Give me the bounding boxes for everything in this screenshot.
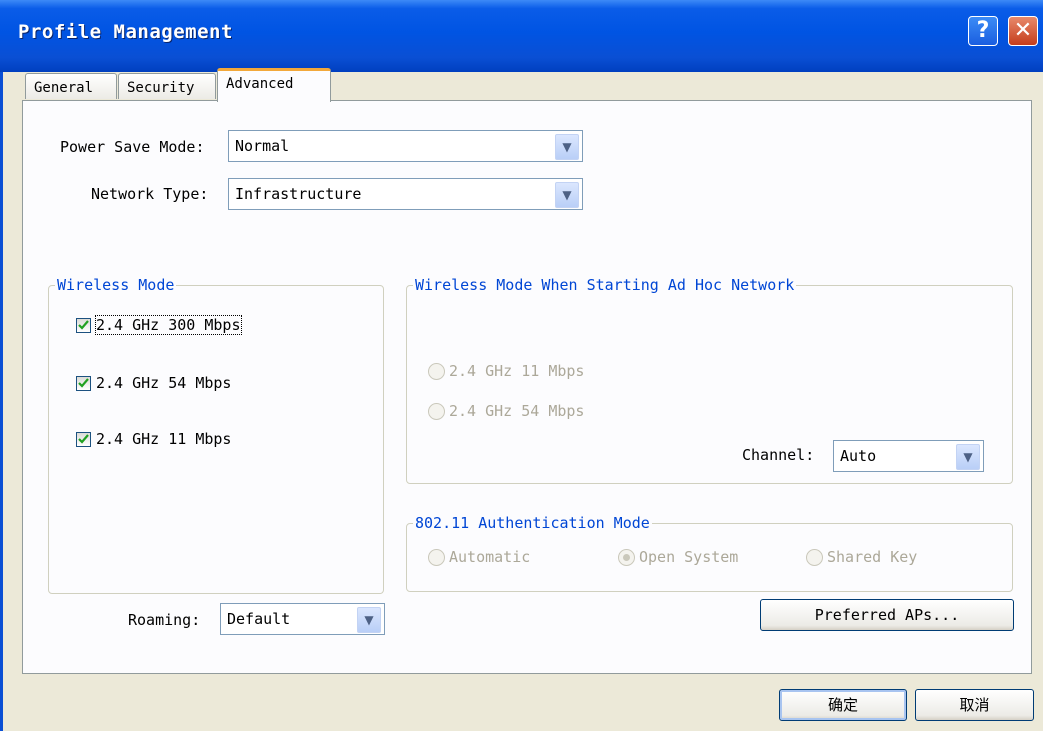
power-save-mode-select[interactable]: Normal ▼ <box>228 130 583 162</box>
checkmark-icon <box>78 434 89 444</box>
tab-general[interactable]: General <box>25 73 117 99</box>
window-border <box>0 72 3 731</box>
radio-button[interactable] <box>618 549 635 566</box>
roaming-value: Default <box>227 610 291 628</box>
radio-button[interactable] <box>428 363 445 380</box>
tab-advanced[interactable]: Advanced <box>217 68 331 102</box>
power-save-mode-label: Power Save Mode: <box>60 138 205 156</box>
power-save-mode-value: Normal <box>235 137 290 155</box>
wireless-mode-54-label: 2.4 GHz 54 Mbps <box>96 374 232 392</box>
ok-button[interactable]: 确定 <box>779 689 907 721</box>
adhoc-wireless-mode-legend: Wireless Mode When Starting Ad Hoc Netwo… <box>415 276 795 294</box>
chevron-down-icon[interactable]: ▼ <box>555 182 579 208</box>
profile-management-window: Profile Management ? ✕ General Security … <box>0 0 1043 731</box>
network-type-value: Infrastructure <box>235 185 362 203</box>
roaming-select[interactable]: Default ▼ <box>220 603 385 635</box>
roaming-label: Roaming: <box>128 611 201 629</box>
checkbox[interactable] <box>76 318 91 333</box>
radio-button[interactable] <box>428 549 445 566</box>
chevron-down-icon[interactable]: ▼ <box>357 607 381 633</box>
channel-label: Channel: <box>742 446 815 464</box>
adhoc-11-label: 2.4 GHz 11 Mbps <box>449 362 585 380</box>
checkbox[interactable] <box>76 432 91 447</box>
title-bar[interactable]: Profile Management ? ✕ <box>0 0 1043 72</box>
checkmark-icon <box>78 320 89 330</box>
auth-shared-key-label: Shared Key <box>827 548 918 566</box>
window-title: Profile Management <box>18 21 233 43</box>
preferred-aps-button[interactable]: Preferred APs... <box>760 599 1014 631</box>
radio-button[interactable] <box>806 549 823 566</box>
tab-security[interactable]: Security <box>118 73 216 99</box>
checkmark-icon <box>78 378 89 388</box>
chevron-down-icon[interactable]: ▼ <box>956 444 980 470</box>
cancel-button[interactable]: 取消 <box>915 689 1034 721</box>
channel-value: Auto <box>840 447 877 465</box>
help-button[interactable]: ? <box>968 16 998 46</box>
radio-button[interactable] <box>428 403 445 420</box>
wireless-mode-legend: Wireless Mode <box>57 276 175 294</box>
auth-open-system-label: Open System <box>639 548 739 566</box>
network-type-select[interactable]: Infrastructure ▼ <box>228 178 583 210</box>
chevron-down-icon[interactable]: ▼ <box>555 134 579 160</box>
radio-selected-dot <box>623 554 630 561</box>
network-type-label: Network Type: <box>91 185 209 203</box>
authentication-mode-legend: 802.11 Authentication Mode <box>415 514 650 532</box>
close-button[interactable]: ✕ <box>1008 16 1038 46</box>
wireless-mode-300-label: 2.4 GHz 300 Mbps <box>95 315 242 335</box>
adhoc-54-label: 2.4 GHz 54 Mbps <box>449 402 585 420</box>
channel-select[interactable]: Auto ▼ <box>833 440 984 472</box>
auth-automatic-label: Automatic <box>449 548 531 566</box>
checkbox[interactable] <box>76 376 91 391</box>
wireless-mode-11-label: 2.4 GHz 11 Mbps <box>96 430 232 448</box>
